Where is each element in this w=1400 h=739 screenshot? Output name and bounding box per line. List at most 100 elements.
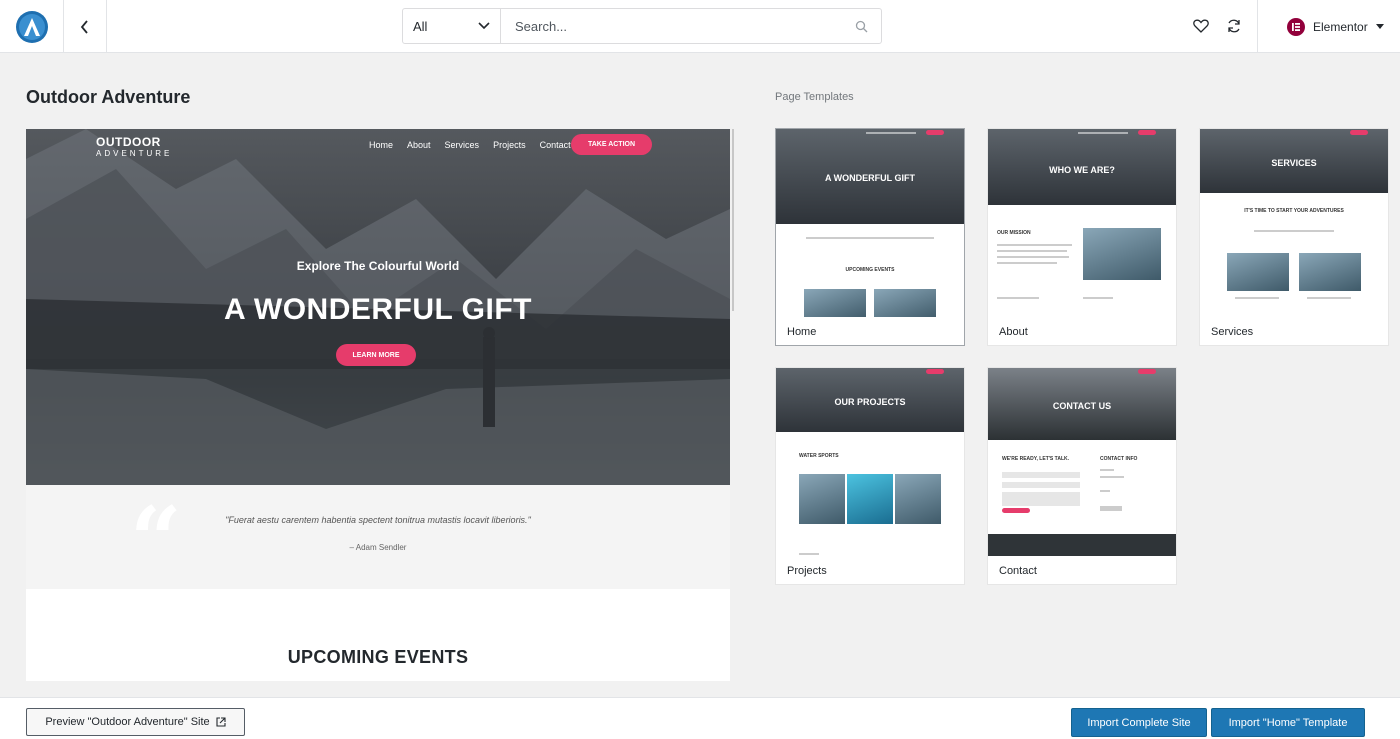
thumbnail-text-line [1254,230,1334,232]
thumbnail-text-line [997,297,1039,299]
thumbnail-text-line [1100,476,1124,478]
thumbnail-text-line [997,262,1057,264]
template-card-contact[interactable]: CONTACT US WE'RE READY, LET'S TALK. CONT… [987,367,1177,585]
thumbnail-textarea [1002,492,1080,506]
category-filter-select[interactable]: All [403,9,501,43]
template-card-label: Projects [787,565,827,577]
preview-nav-item: Home [369,140,394,150]
preview-logo: OUTDOOR ADVENTURE [96,136,172,160]
thumbnail-image [1227,253,1289,291]
page-builder-select[interactable]: Elementor [1257,0,1400,53]
template-card-label: Home [787,326,817,338]
thumbnail-text-line [799,553,819,555]
thumbnail-input [1002,472,1080,478]
preview-quote-author: – Adam Sendler [349,543,407,552]
preview-nav-item: Contact [539,140,571,150]
preview-site-label: Preview "Outdoor Adventure" Site [45,716,210,728]
preview-nav-item: Services [444,140,480,150]
preview-events-title: UPCOMING EVENTS [287,647,469,667]
favorites-button[interactable] [1189,14,1213,38]
template-thumbnail: OUR PROJECTS WATER SPORTS [776,368,964,556]
site-title: Outdoor Adventure [26,87,191,107]
template-thumbnail: A WONDERFUL GIFT UPCOMING EVENTS [776,129,964,317]
search-input[interactable] [501,9,841,43]
thumbnail-nav-cta [1350,130,1368,135]
page-templates-label: Page Templates [775,91,854,103]
thumbnail-text-line [806,237,934,239]
category-filter-value: All [413,18,428,34]
thumbnail-image [895,474,941,524]
quote-mark-icon: “ [130,487,182,593]
import-home-template-button[interactable]: Import "Home" Template [1211,708,1365,737]
thumbnail-text-line [997,244,1072,246]
template-thumbnail: SERVICES IT'S TIME TO START YOUR ADVENTU… [1200,129,1388,317]
thumbnail-image [874,289,936,317]
thumbnail-banner-title: OUR PROJECTS [834,397,906,407]
thumbnail-section-title: UPCOMING EVENTS [845,267,895,273]
chevron-down-icon [478,22,490,30]
caret-down-icon [1375,23,1384,29]
thumbnail-input [1002,482,1080,488]
top-bar: All Search... Elementor [0,0,1400,53]
preview-cta: TAKE ACTION [571,134,652,155]
thumbnail-image [799,474,845,524]
thumbnail-image [847,474,893,524]
template-card-services[interactable]: SERVICES IT'S TIME TO START YOUR ADVENTU… [1199,128,1389,346]
preview-hero: OUTDOOR ADVENTURE Home About Services Pr… [26,129,730,485]
thumbnail-banner-title: SERVICES [1271,158,1317,168]
thumbnail-section-title: WATER SPORTS [799,453,839,459]
thumbnail-image [1083,228,1161,280]
preview-learn-more: LEARN MORE [336,344,416,366]
search-icon [855,20,867,32]
back-arrow-icon [80,19,88,34]
thumbnail-section-title: OUR MISSION [997,230,1031,236]
preview-scrollbar[interactable] [732,129,734,311]
logo-cell [0,0,64,53]
thumbnail-banner-title: CONTACT US [1052,401,1112,411]
thumbnail-text-line [1100,490,1110,492]
template-thumbnail: WHO WE ARE? OUR MISSION [988,129,1176,317]
preview-logo-main: OUTDOOR [96,135,161,149]
thumbnail-nav-cta [1138,369,1156,374]
external-link-icon [216,717,226,727]
preview-nav-item: About [407,140,431,150]
thumbnail-nav [1078,132,1128,134]
thumbnail-image [804,289,866,317]
thumbnail-image [1299,253,1361,291]
thumbnail-text-line [1235,297,1279,299]
preview-quote-section: “ "Fuerat aestu carentem habentia specte… [26,485,730,589]
thumbnail-social-icons [1100,506,1122,511]
preview-subtitle: Explore The Colourful World [296,259,460,273]
thumbnail-nav [866,132,916,134]
template-card-label: Services [1211,326,1254,338]
thumbnail-nav-cta [926,130,944,135]
thumbnail-submit [1002,508,1030,513]
search-bar: All [402,8,882,44]
thumbnail-text-line [1083,297,1113,299]
thumbnail-section-title: WE'RE READY, LET'S TALK. [1002,456,1070,462]
thumbnail-banner-title: WHO WE ARE? [1049,165,1115,175]
thumbnail-section-title: IT'S TIME TO START YOUR ADVENTURES [1244,208,1344,214]
sync-library-button[interactable] [1222,14,1246,38]
footer-bar: Preview "Outdoor Adventure" Site Import … [0,697,1400,739]
template-card-home[interactable]: A WONDERFUL GIFT UPCOMING EVENTS Home [775,128,965,346]
template-card-projects[interactable]: OUR PROJECTS WATER SPORTS Projects [775,367,965,585]
thumbnail-section-title-2: CONTACT INFO [1100,456,1138,462]
sync-icon [1228,19,1240,33]
preview-site-button[interactable]: Preview "Outdoor Adventure" Site [26,708,245,736]
heart-icon [1193,19,1209,33]
thumbnail-nav-cta [1138,130,1156,135]
search-button[interactable] [841,9,881,43]
import-complete-site-button[interactable]: Import Complete Site [1071,708,1207,737]
template-thumbnail: CONTACT US WE'RE READY, LET'S TALK. CONT… [988,368,1176,556]
preview-nav-item: Projects [493,140,526,150]
page-builder-label: Elementor [1313,19,1368,34]
site-preview[interactable]: OUTDOOR ADVENTURE Home About Services Pr… [26,129,730,681]
template-card-about[interactable]: WHO WE ARE? OUR MISSION About [987,128,1177,346]
thumbnail-footer [988,534,1176,556]
preview-quote: "Fuerat aestu carentem habentia spectent… [225,515,531,525]
thumbnail-text-line [1307,297,1351,299]
back-button[interactable] [64,0,107,53]
preview-logo-sub: ADVENTURE [96,149,173,158]
elementor-icon [1287,17,1305,36]
